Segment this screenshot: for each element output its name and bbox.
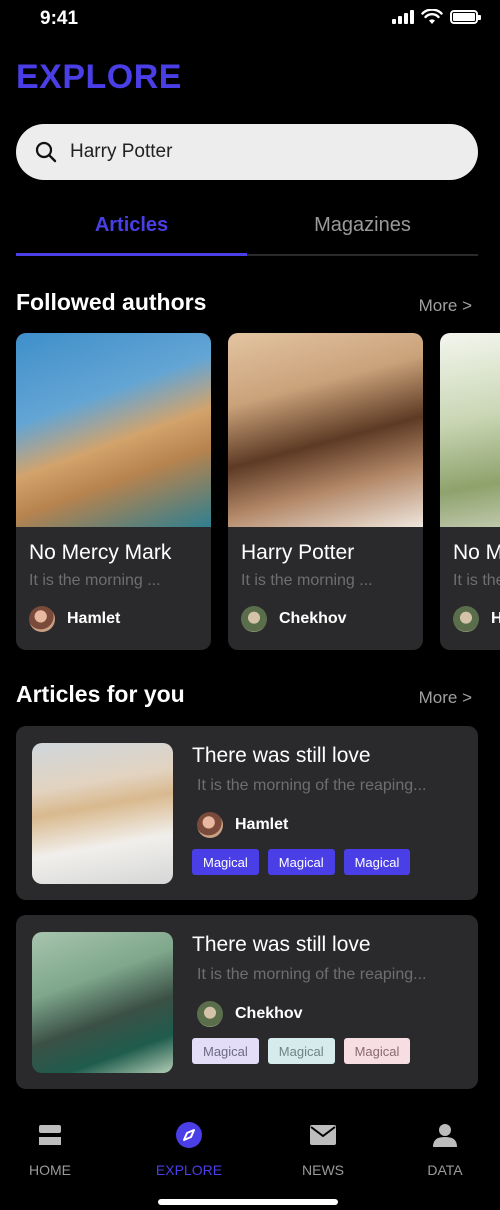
tag[interactable]: Magical bbox=[343, 1038, 411, 1064]
page-title: EXPLORE bbox=[16, 58, 182, 96]
tab-articles[interactable]: Articles bbox=[16, 214, 247, 237]
avatar bbox=[453, 606, 479, 632]
article-title: There was still love bbox=[192, 744, 371, 767]
search-icon bbox=[34, 140, 58, 164]
avatar bbox=[241, 606, 267, 632]
tab-magazines[interactable]: Magazines bbox=[247, 214, 478, 237]
nav-home-label: HOME bbox=[29, 1162, 71, 1178]
author-name: Hamlet bbox=[235, 816, 289, 833]
followed-authors-carousel[interactable]: No Mercy Mark It is the morning ... Haml… bbox=[16, 333, 500, 651]
nav-data-label: DATA bbox=[427, 1162, 463, 1178]
avatar bbox=[29, 606, 55, 632]
author-card[interactable]: Harry Potter It is the morning ... Chekh… bbox=[228, 333, 423, 650]
tab-bar: Articles Magazines bbox=[16, 204, 478, 256]
article-excerpt: It is the morning of the reaping... bbox=[197, 966, 427, 983]
article-author: Chekhov bbox=[197, 1001, 303, 1027]
wifi-icon bbox=[421, 9, 443, 24]
article-excerpt: It is the morning of the reaping... bbox=[197, 777, 427, 794]
followed-authors-heading: Followed authors bbox=[16, 289, 207, 315]
article-title: There was still love bbox=[192, 933, 371, 956]
tag[interactable]: Magical bbox=[343, 849, 411, 875]
author-card-subtitle: It is the morning ... bbox=[453, 572, 500, 589]
tag[interactable]: Magical bbox=[267, 849, 335, 875]
followed-authors-more-link[interactable]: More > bbox=[419, 296, 472, 316]
nav-data[interactable]: DATA bbox=[395, 1120, 495, 1178]
author-card-author: Hamlet bbox=[29, 606, 120, 632]
nav-explore-label: EXPLORE bbox=[155, 1162, 223, 1178]
avatar bbox=[197, 1001, 223, 1027]
bottom-navigation: HOME EXPLORE NEWS DATA bbox=[0, 1110, 500, 1210]
author-card-title: No Mercy Mark bbox=[29, 541, 172, 564]
home-indicator[interactable] bbox=[158, 1199, 338, 1205]
avatar bbox=[197, 812, 223, 838]
search-input[interactable] bbox=[70, 141, 450, 163]
tag[interactable]: Magical bbox=[192, 1038, 259, 1064]
article-tags: Magical Magical Magical bbox=[192, 849, 411, 875]
nav-news[interactable]: NEWS bbox=[273, 1120, 373, 1178]
nav-home[interactable]: HOME bbox=[0, 1120, 100, 1178]
author-card[interactable]: No Mercy Mark It is the morning ... Haml… bbox=[440, 333, 500, 650]
author-name: Hamlet bbox=[67, 610, 121, 627]
author-card-author: Chekhov bbox=[241, 606, 347, 632]
article-thumbnail bbox=[32, 743, 173, 884]
author-name: Chekhov bbox=[235, 1005, 303, 1022]
person-icon bbox=[395, 1120, 495, 1150]
article-thumbnail bbox=[32, 932, 173, 1073]
status-icons bbox=[392, 9, 481, 25]
status-bar: 9:41 bbox=[0, 0, 500, 40]
tag[interactable]: Magical bbox=[192, 849, 259, 875]
author-name: Hamlet bbox=[491, 610, 500, 627]
active-tab-indicator bbox=[16, 253, 247, 256]
author-card-title: Harry Potter bbox=[241, 541, 355, 564]
articles-for-you-heading: Articles for you bbox=[16, 681, 185, 707]
status-time: 9:41 bbox=[40, 8, 79, 29]
article-card[interactable]: There was still love It is the morning o… bbox=[16, 915, 478, 1089]
article-tags: Magical Magical Magical bbox=[192, 1038, 411, 1064]
cellular-signal-icon bbox=[392, 10, 414, 24]
articles-for-you-more-link[interactable]: More > bbox=[419, 688, 472, 708]
nav-explore[interactable]: EXPLORE bbox=[139, 1120, 239, 1178]
author-card-subtitle: It is the morning ... bbox=[29, 572, 161, 589]
author-card-photo bbox=[228, 333, 423, 527]
compass-icon bbox=[139, 1120, 239, 1150]
author-card-photo bbox=[16, 333, 211, 527]
author-name: Chekhov bbox=[279, 610, 347, 627]
author-card[interactable]: No Mercy Mark It is the morning ... Haml… bbox=[16, 333, 211, 650]
battery-icon bbox=[450, 10, 481, 24]
article-author: Hamlet bbox=[197, 812, 288, 838]
author-card-photo bbox=[440, 333, 500, 527]
tag[interactable]: Magical bbox=[267, 1038, 335, 1064]
nav-news-label: NEWS bbox=[302, 1162, 344, 1178]
author-card-author: Hamlet bbox=[453, 606, 500, 632]
home-stack-icon bbox=[0, 1120, 100, 1150]
author-card-subtitle: It is the morning ... bbox=[241, 572, 373, 589]
search-bar[interactable] bbox=[16, 124, 478, 180]
author-card-title: No Mercy Mark bbox=[453, 541, 500, 564]
mail-icon bbox=[273, 1120, 373, 1150]
article-card[interactable]: There was still love It is the morning o… bbox=[16, 726, 478, 900]
